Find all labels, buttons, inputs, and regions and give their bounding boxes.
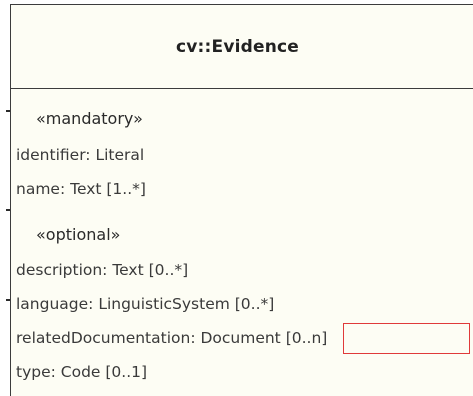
attribute-name: name: Text [1..*]: [16, 180, 146, 198]
attribute-identifier: identifier: Literal: [16, 146, 145, 164]
optional-stereotype: «optional»: [36, 225, 121, 244]
attribute-type: type: Code [0..1]: [16, 363, 148, 381]
attribute-description: description: Text [0..*]: [16, 261, 189, 279]
attribute-related-documentation: relatedDocumentation: Document [0..n]: [16, 329, 328, 347]
class-header: cv::Evidence: [11, 5, 473, 89]
class-name: cv::Evidence: [175, 36, 300, 57]
mandatory-stereotype: «mandatory»: [36, 109, 143, 128]
attribute-language: language: LinguisticSystem [0..*]: [16, 295, 275, 313]
multiplicity-highlight-box: [343, 323, 470, 354]
